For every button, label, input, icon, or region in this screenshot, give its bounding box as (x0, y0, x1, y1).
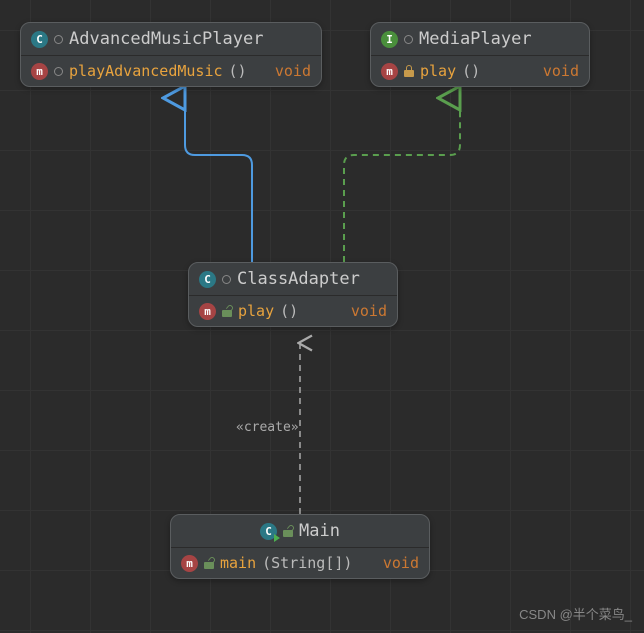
return-type: void (543, 62, 579, 80)
modifier-icon (404, 35, 413, 44)
method-icon: m (199, 303, 216, 320)
class-icon: C (199, 271, 216, 288)
method-row[interactable]: m main(String[]) void (171, 548, 429, 578)
method-name: play (420, 62, 456, 80)
edge-implements (344, 98, 460, 262)
class-title: ClassAdapter (237, 269, 360, 289)
node-adapter[interactable]: C ClassAdapter m play() void (188, 262, 398, 327)
return-type: void (275, 62, 311, 80)
lock-icon (404, 65, 414, 77)
class-title: AdvancedMusicPlayer (69, 29, 263, 49)
method-name: main (220, 554, 256, 572)
modifier-icon (54, 35, 63, 44)
class-icon: C (31, 31, 48, 48)
method-icon: m (381, 63, 398, 80)
class-title: Main (299, 521, 340, 541)
node-main[interactable]: C Main m main(String[]) void (170, 514, 430, 579)
return-type: void (383, 554, 419, 572)
edge-extends (185, 98, 252, 262)
node-advanced[interactable]: C AdvancedMusicPlayer m playAdvancedMusi… (20, 22, 322, 87)
watermark: CSDN @半个菜鸟_ (519, 604, 632, 623)
method-icon: m (181, 555, 198, 572)
method-row[interactable]: m play() void (371, 56, 589, 86)
method-name: play (238, 302, 274, 320)
lock-open-icon (283, 525, 293, 537)
modifier-icon (54, 67, 63, 76)
modifier-icon (222, 275, 231, 284)
stereotype-create: «create» (236, 420, 299, 435)
interface-icon: I (381, 31, 398, 48)
lock-open-icon (222, 305, 232, 317)
method-row[interactable]: m play() void (189, 296, 397, 326)
method-name: playAdvancedMusic (69, 62, 223, 80)
node-media[interactable]: I MediaPlayer m play() void (370, 22, 590, 87)
method-row[interactable]: m playAdvancedMusic() void (21, 56, 321, 86)
return-type: void (351, 302, 387, 320)
class-title: MediaPlayer (419, 29, 532, 49)
lock-open-icon (204, 557, 214, 569)
run-class-icon: C (260, 523, 277, 540)
method-icon: m (31, 63, 48, 80)
